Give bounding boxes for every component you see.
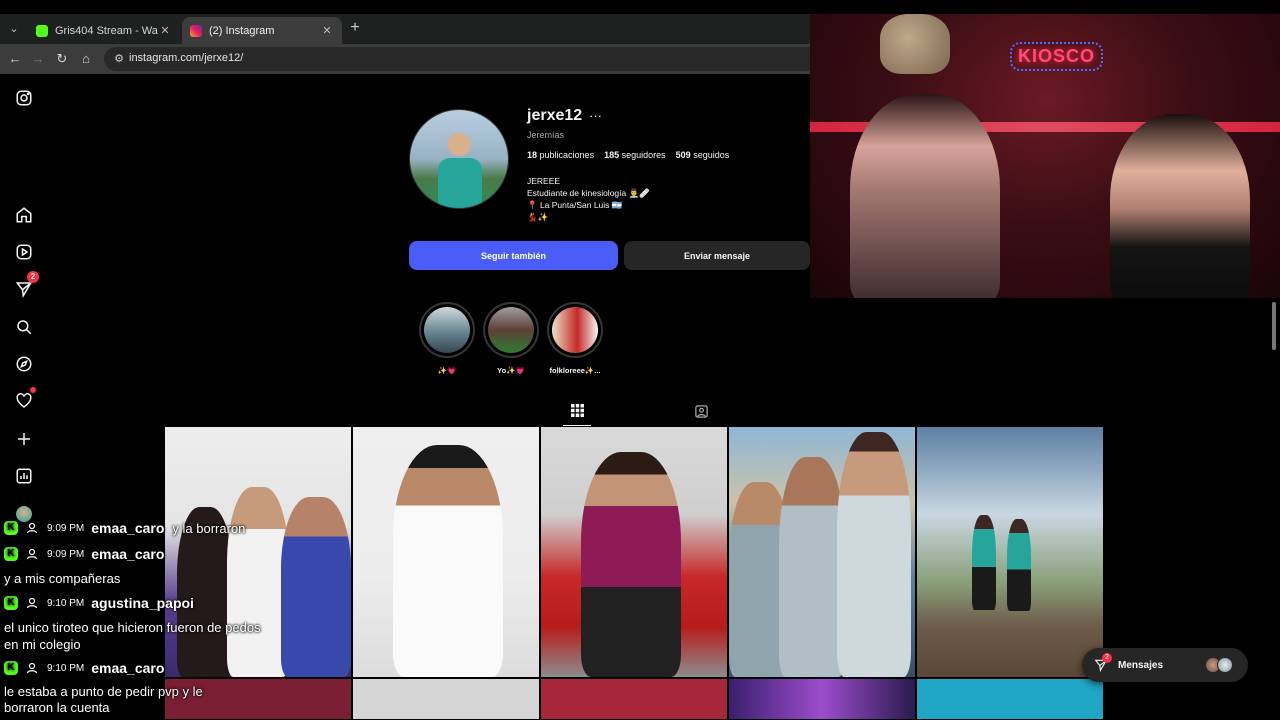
chat-username[interactable]: emaa_caro [91, 660, 164, 676]
address-bar[interactable]: ⚙ instagram.com/jerxe12/ [104, 47, 824, 71]
post-thumbnail[interactable] [729, 679, 915, 719]
cat-overlay [880, 14, 950, 74]
post-thumbnail[interactable] [541, 679, 727, 719]
forward-arrow-icon[interactable]: → [29, 50, 47, 68]
chat-message: K 9:10 PM agustina_papoi [4, 595, 202, 611]
kick-badge-icon: K [4, 661, 18, 675]
conversation-avatars [1205, 657, 1239, 673]
direct-messages-icon[interactable]: 2 [12, 271, 39, 301]
notification-badge: 2 [27, 271, 39, 283]
chat-timestamp: 9:10 PM [47, 597, 85, 609]
post-thumbnail[interactable] [353, 427, 539, 677]
bio-line: 💃✨ [527, 212, 549, 222]
highlight-label: Yo✨💗 [497, 366, 525, 375]
profile-tabs [165, 396, 1104, 428]
story-highlight[interactable]: Yo✨💗 [483, 302, 539, 375]
chat-username[interactable]: agustina_papoi [91, 595, 194, 611]
chat-message: K 9:09 PM emaa_caro y la borraron [4, 520, 245, 536]
story-highlight[interactable]: folkloreee✨... [547, 302, 603, 375]
send-message-button[interactable]: Enviar mensaje [624, 241, 810, 270]
post-thumbnail[interactable] [729, 427, 915, 677]
following-stat[interactable]: 509 seguidos [676, 150, 730, 160]
kick-icon [36, 24, 48, 37]
messages-label: Mensajes [1118, 659, 1164, 671]
grid-icon [570, 404, 584, 417]
user-icon [26, 522, 38, 534]
post-thumbnail[interactable] [917, 679, 1103, 719]
dashboard-icon[interactable] [12, 464, 36, 488]
chat-message: K 9:09 PM emaa_caro [4, 546, 172, 562]
messages-dock[interactable]: 2 Mensajes [1082, 648, 1248, 682]
tagged-tab[interactable] [687, 396, 715, 426]
highlight-label: folkloreee✨... [549, 366, 601, 375]
bio-line: JEREEE [527, 176, 561, 186]
chat-timestamp: 9:09 PM [47, 522, 85, 534]
reload-icon[interactable]: ↻ [53, 50, 71, 68]
chat-text: le estaba a punto de pedir pvp y le borr… [4, 684, 203, 715]
close-icon[interactable]: ✕ [158, 24, 172, 37]
heart-notifications-icon[interactable] [12, 387, 36, 413]
avatar [1217, 657, 1233, 673]
chat-text: el unico tiroteo que hicieron fueron de … [4, 620, 261, 652]
post-thumbnail[interactable] [353, 679, 539, 719]
kick-badge-icon: K [4, 521, 18, 535]
search-icon[interactable] [12, 315, 36, 339]
create-plus-icon[interactable] [12, 427, 36, 451]
new-tab-button[interactable]: + [346, 19, 364, 37]
messages-badge: 2 [1102, 653, 1112, 663]
posts-stat[interactable]: 18 publicaciones [527, 150, 594, 160]
streamer-webcam: KIOSCO [810, 14, 1280, 298]
tab-title: Gris404 Stream - Watch Live on [55, 24, 158, 37]
instagram-icon [190, 24, 202, 37]
chat-message: K 9:10 PM emaa_caro [4, 660, 172, 676]
story-highlight[interactable]: ✨💗 [419, 302, 475, 375]
posts-grid-tab[interactable] [563, 396, 591, 426]
post-thumbnail[interactable] [917, 427, 1103, 677]
chat-text: y a mis compañeras [4, 571, 121, 586]
follow-back-button[interactable]: Seguir también [409, 241, 618, 270]
back-arrow-icon[interactable]: ← [6, 50, 24, 68]
reels-icon[interactable] [12, 240, 36, 264]
followers-stat[interactable]: 185 seguidores [604, 150, 666, 160]
url-text: instagram.com/jerxe12/ [129, 52, 244, 64]
tab-kick-stream[interactable]: Gris404 Stream - Watch Live on ✕ [28, 17, 180, 44]
instagram-logo-icon[interactable] [12, 86, 36, 110]
chat-timestamp: 9:10 PM [47, 662, 85, 674]
more-options-icon[interactable]: ··· [589, 108, 602, 123]
user-icon [26, 597, 38, 609]
kick-badge-icon: K [4, 547, 18, 561]
post-thumbnail[interactable] [541, 427, 727, 677]
page-scrollbar[interactable] [1270, 298, 1278, 358]
user-icon [26, 548, 38, 560]
chat-username[interactable]: emaa_caro [91, 546, 164, 562]
home-icon[interactable] [12, 203, 36, 227]
tab-title: (2) Instagram [209, 24, 275, 37]
site-settings-icon[interactable]: ⚙ [112, 52, 126, 66]
explore-compass-icon[interactable] [12, 352, 36, 376]
bio-line: 📍 La Punta/San Luis 🇦🇷 [527, 200, 623, 210]
user-icon [26, 662, 38, 674]
kick-badge-icon: K [4, 596, 18, 610]
tab-search-button[interactable]: ⌄ [4, 20, 24, 38]
close-icon[interactable]: ✕ [320, 24, 334, 37]
streamer-person [850, 94, 1000, 298]
streamer-person [1110, 114, 1250, 298]
profile-bio: JEREEE Estudiante de kinesiología 👨‍⚕️🩹 … [527, 175, 650, 223]
profile-stats: 18 publicaciones 185 seguidores 509 segu… [527, 150, 729, 160]
chat-username[interactable]: emaa_caro [91, 520, 164, 536]
profile-avatar-large[interactable] [409, 109, 509, 209]
unread-dot [30, 387, 36, 393]
home-icon[interactable]: ⌂ [77, 50, 95, 68]
profile-username: jerxe12 [527, 107, 583, 124]
profile-full-name: Jeremías [527, 130, 565, 140]
tab-instagram[interactable]: (2) Instagram ✕ [182, 17, 342, 44]
chat-text: y la borraron [172, 520, 246, 536]
chat-timestamp: 9:09 PM [47, 548, 85, 560]
highlight-label: ✨💗 [437, 366, 457, 375]
bio-line: Estudiante de kinesiología 👨‍⚕️🩹 [527, 188, 650, 198]
neon-sign: KIOSCO [1010, 42, 1104, 71]
posts-grid [165, 427, 1104, 720]
tagged-icon [694, 404, 708, 418]
